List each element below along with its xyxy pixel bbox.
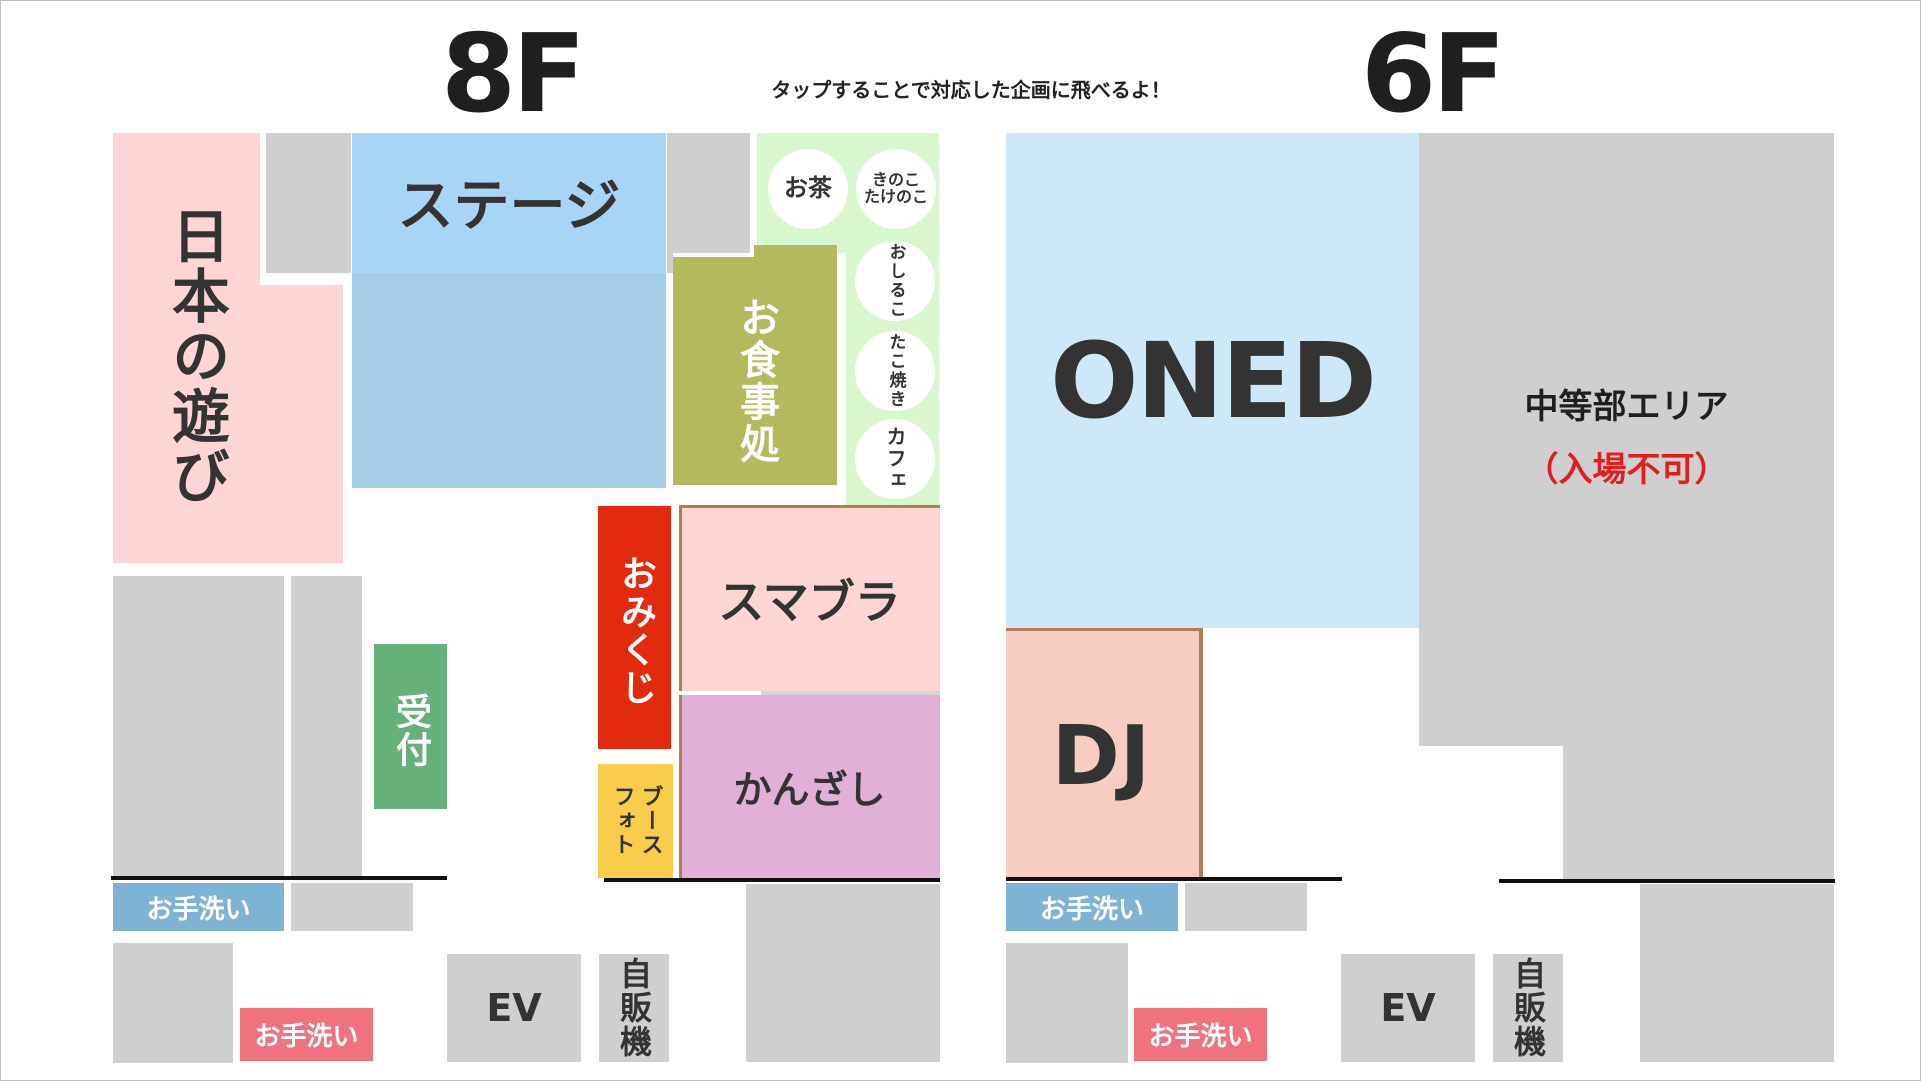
washroom-8f-lower[interactable]: お手洗い — [240, 1008, 373, 1061]
no-entry-label: （入場不可） — [1524, 449, 1729, 490]
reception-label: 受付 — [390, 693, 431, 769]
grey-block-6f-bottom-right — [1640, 884, 1834, 1062]
cafe-stall[interactable]: カフェ — [855, 419, 935, 499]
dining-label: お食事処 — [733, 297, 779, 465]
wall-6f-left — [1006, 877, 1342, 881]
elevator-8f[interactable]: EV — [447, 954, 581, 1062]
grey-block-mid-1 — [113, 576, 284, 878]
grey-block-by-washroom — [291, 883, 413, 931]
grey-block-mid-2 — [291, 576, 362, 878]
middle-school-area-lower — [1563, 746, 1834, 881]
floor-6f-title: 6F — [1361, 12, 1506, 137]
grey-block-bottom-right — [746, 884, 940, 1062]
photo-booth-labels: ブース フォト — [598, 764, 673, 878]
washroom-6f-lower[interactable]: お手洗い — [1134, 1008, 1267, 1061]
stage-area-bottom[interactable] — [352, 273, 666, 488]
oshiruko-stall[interactable]: おしるこ — [855, 241, 935, 321]
japanese-play-label: 日本の遊び — [162, 206, 230, 506]
grey-block-6f-bottom-left — [1006, 943, 1128, 1063]
instruction-text: タップすることで対応した企画に飛べるよ！ — [771, 77, 1171, 102]
japanese-play-area-ext[interactable] — [259, 285, 343, 563]
grey-block-top-right — [667, 133, 750, 273]
grey-block-bottom-left — [113, 943, 233, 1063]
takoyaki-stall[interactable]: たこ焼き — [855, 331, 935, 411]
takoyaki-label: たこ焼き — [885, 333, 906, 409]
cafe-label: カフェ — [883, 426, 907, 492]
takenoko-label: たけのこ — [863, 187, 928, 206]
washroom-6f-upper[interactable]: お手洗い — [1006, 883, 1178, 931]
wall-8f-right — [604, 878, 940, 882]
wall-8f-left — [111, 876, 447, 880]
middle-school-area[interactable] — [1419, 133, 1834, 746]
kinoko-takenoko-stall[interactable]: きのこ たけのこ — [856, 149, 936, 229]
stage-label: ステージ — [397, 173, 621, 239]
floor-map: 8F 6F タップすることで対応した企画に飛べるよ！ 日本の遊び ステージ お茶… — [0, 0, 1921, 1081]
oned-label: ONED — [1050, 320, 1377, 442]
dj-label: DJ — [1051, 708, 1151, 804]
washroom-8f-upper[interactable]: お手洗い — [113, 883, 284, 931]
photo-booth-label-2: フォト — [609, 785, 635, 857]
floor-8f-title: 8F — [441, 12, 586, 137]
kanzashi-label: かんざし — [733, 767, 886, 812]
middle-school-label: 中等部エリア — [1524, 386, 1729, 427]
elevator-6f[interactable]: EV — [1341, 954, 1475, 1062]
grey-block-6f-by-washroom — [1185, 883, 1307, 931]
photo-booth-label-1: ブース — [637, 785, 663, 857]
omikuji-label: おみくじ — [615, 555, 656, 707]
vending-8f[interactable]: 自販機 — [599, 954, 669, 1062]
wall-6f-right — [1499, 879, 1835, 883]
tea-label: お茶 — [784, 174, 832, 203]
smash-label: スマブラ — [718, 574, 901, 629]
oshiruko-label: おしるこ — [885, 243, 906, 319]
vending-6f[interactable]: 自販機 — [1493, 954, 1563, 1062]
dining-notch — [754, 245, 837, 257]
tea-stall[interactable]: お茶 — [768, 149, 848, 229]
grey-block-top-left — [266, 133, 351, 273]
